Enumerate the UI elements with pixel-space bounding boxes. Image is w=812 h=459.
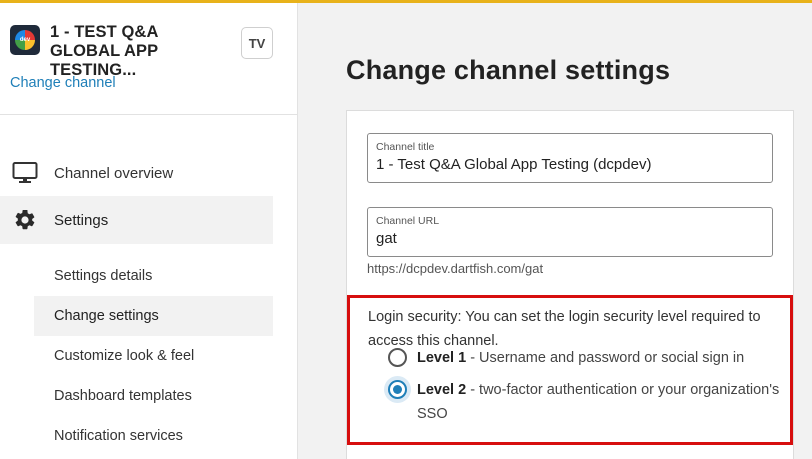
change-channel-link[interactable]: Change channel: [10, 75, 116, 91]
level-1-text: Level 1 - Username and password or socia…: [417, 346, 744, 370]
sidebar: dev 1 - TEST Q&A GLOBAL APP TESTING... T…: [0, 3, 298, 459]
sidebar-subitem-customize-look-feel[interactable]: Customize look & feel: [34, 336, 273, 376]
sidebar-item-label: Channel overview: [54, 164, 174, 182]
page-title: Change channel settings: [346, 55, 671, 85]
sidebar-subitem-change-settings[interactable]: Change settings: [34, 296, 273, 336]
channel-title-input[interactable]: [376, 156, 756, 173]
channel-url-label: Channel URL: [376, 215, 440, 227]
level-2-desc: - two-factor authentication or your orga…: [417, 382, 780, 422]
sidebar-item-settings[interactable]: Settings: [0, 196, 273, 244]
login-security-section: Login security: You can set the login se…: [347, 295, 793, 445]
channel-url-hint: https://dcpdev.dartfish.com/gat: [367, 261, 544, 276]
level-2-radio[interactable]: [388, 380, 407, 399]
level-2-label: Level 2: [417, 382, 467, 398]
channel-url-field[interactable]: Channel URL: [367, 207, 773, 257]
level-1-desc: - Username and password or social sign i…: [466, 350, 745, 366]
sidebar-item-label: Settings: [54, 211, 109, 229]
channel-type-badge: TV: [241, 27, 273, 59]
channel-name: 1 - TEST Q&A GLOBAL APP TESTING...: [50, 23, 158, 79]
channel-logo-text: dev: [19, 37, 31, 43]
level-2-radio-focus: [384, 376, 411, 403]
channel-title-field[interactable]: Channel title: [367, 133, 773, 183]
security-level-2-option[interactable]: Level 2 - two-factor authentication or y…: [384, 376, 783, 426]
channel-title-label: Channel title: [376, 141, 435, 153]
channel-header: dev 1 - TEST Q&A GLOBAL APP TESTING... T…: [0, 3, 297, 115]
main-content: Change channel settings Channel title Ch…: [299, 3, 812, 459]
level-2-text: Level 2 - two-factor authentication or y…: [417, 378, 783, 426]
gear-icon: [15, 209, 35, 230]
level-1-label: Level 1: [417, 350, 467, 366]
channel-url-input[interactable]: [376, 230, 756, 247]
channel-logo: dev: [10, 25, 40, 55]
level-1-radio[interactable]: [388, 348, 407, 367]
security-level-1-option[interactable]: Level 1 - Username and password or socia…: [388, 346, 783, 370]
settings-card: Channel title Channel URL https://dcpdev…: [346, 110, 794, 459]
channel-logo-mark: dev: [15, 30, 35, 50]
monitor-icon: [12, 162, 38, 183]
sidebar-subitem-settings-details[interactable]: Settings details: [34, 256, 273, 296]
sidebar-subitem-notification-services[interactable]: Notification services: [34, 416, 273, 456]
sidebar-item-channel-overview[interactable]: Channel overview: [0, 149, 273, 197]
sidebar-subitem-dashboard-templates[interactable]: Dashboard templates: [34, 376, 273, 416]
